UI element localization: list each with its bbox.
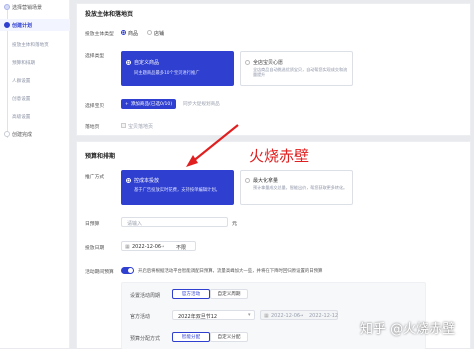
annotation-text: 火烧赤壁 bbox=[249, 147, 310, 165]
annotation-arrow bbox=[186, 124, 239, 167]
watermark: 知乎 @火烧赤壁 bbox=[360, 322, 456, 337]
